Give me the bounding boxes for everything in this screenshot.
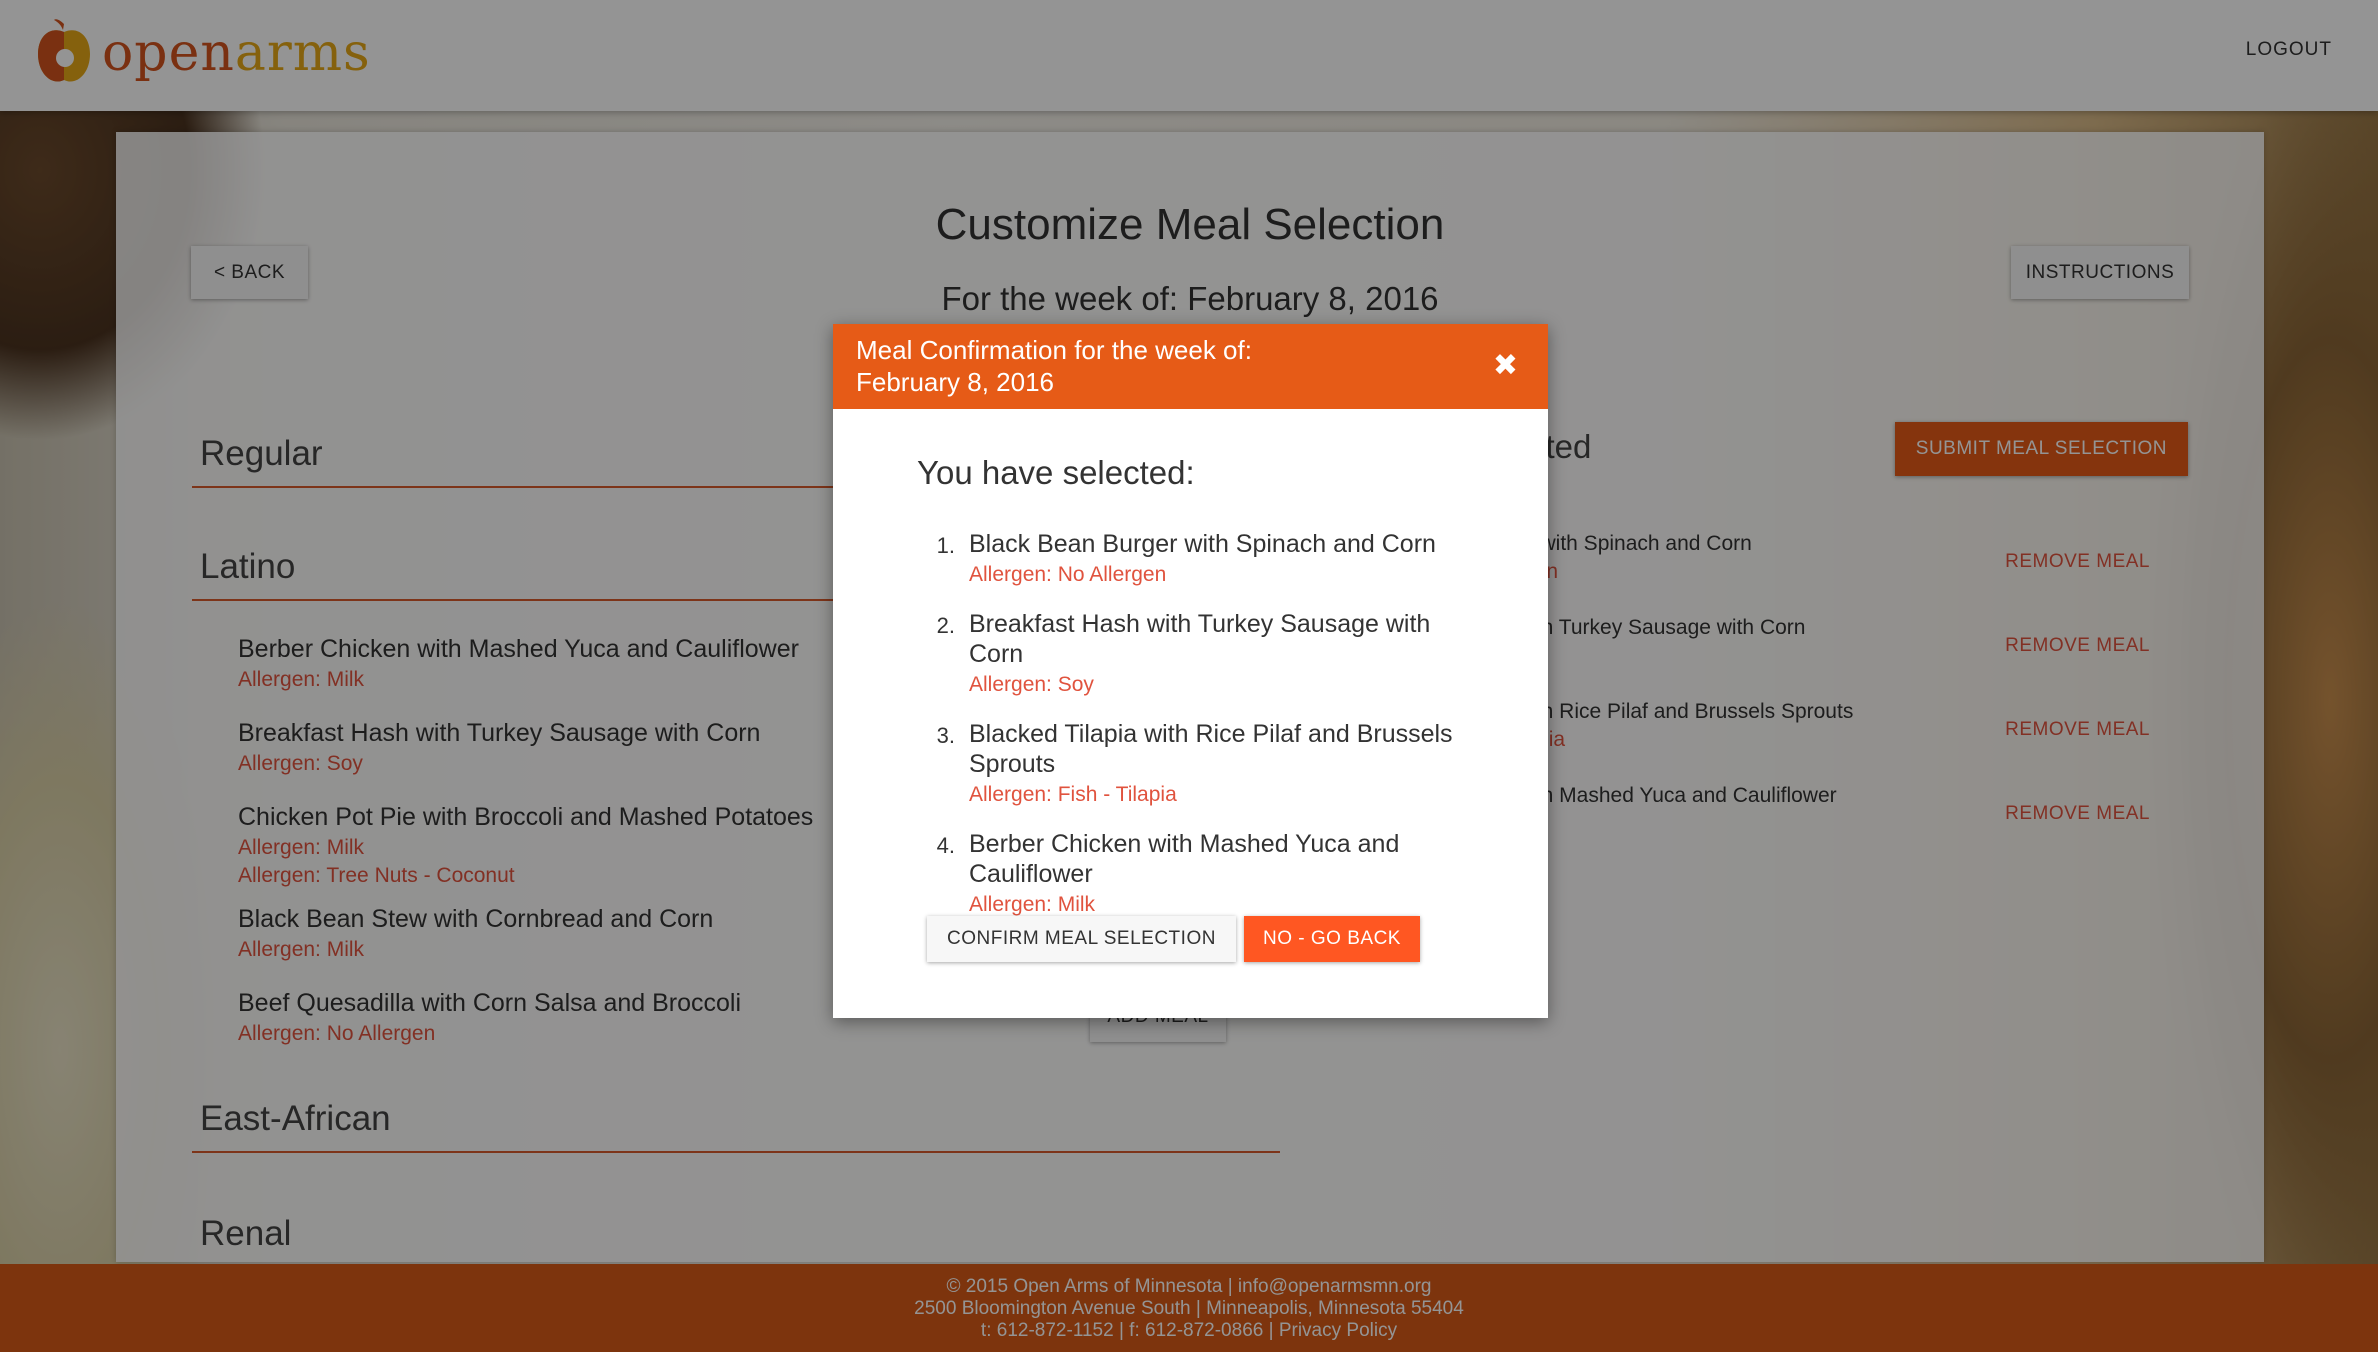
modal-heading: You have selected: bbox=[917, 454, 1195, 491]
meal-name: Berber Chicken with Mashed Yuca and Caul… bbox=[969, 830, 1400, 888]
meal-confirmation-modal: Meal Confirmation for the week of: Febru… bbox=[833, 324, 1548, 1018]
list-item: 4. Berber Chicken with Mashed Yuca and C… bbox=[917, 829, 1487, 917]
meal-allergen: Allergen: Milk bbox=[969, 893, 1096, 916]
modal-title-line2: February 8, 2016 bbox=[856, 367, 1055, 397]
confirm-meal-selection-button[interactable]: CONFIRM MEAL SELECTION bbox=[927, 916, 1236, 962]
meal-allergen: Allergen: Fish - Tilapia bbox=[969, 783, 1177, 806]
list-number: 2. bbox=[936, 613, 955, 638]
meal-name: Black Bean Burger with Spinach and Corn bbox=[969, 530, 1436, 558]
go-back-button[interactable]: NO - GO BACK bbox=[1244, 916, 1420, 962]
selected-meals-list: 1. Black Bean Burger with Spinach and Co… bbox=[917, 529, 1487, 939]
modal-header: Meal Confirmation for the week of: Febru… bbox=[833, 324, 1548, 409]
list-item: 2. Breakfast Hash with Turkey Sausage wi… bbox=[917, 609, 1487, 697]
list-item: 1. Black Bean Burger with Spinach and Co… bbox=[917, 529, 1487, 587]
meal-allergen: Allergen: No Allergen bbox=[969, 563, 1167, 586]
list-number: 3. bbox=[936, 723, 955, 748]
list-number: 4. bbox=[936, 833, 955, 858]
list-number: 1. bbox=[936, 533, 955, 558]
close-icon[interactable]: ✖ bbox=[1487, 350, 1524, 382]
meal-name: Breakfast Hash with Turkey Sausage with … bbox=[969, 610, 1431, 668]
list-item: 3. Blacked Tilapia with Rice Pilaf and B… bbox=[917, 719, 1487, 807]
meal-allergen: Allergen: Soy bbox=[969, 673, 1094, 696]
modal-title-line1: Meal Confirmation for the week of: bbox=[856, 335, 1252, 365]
meal-name: Blacked Tilapia with Rice Pilaf and Brus… bbox=[969, 720, 1453, 778]
